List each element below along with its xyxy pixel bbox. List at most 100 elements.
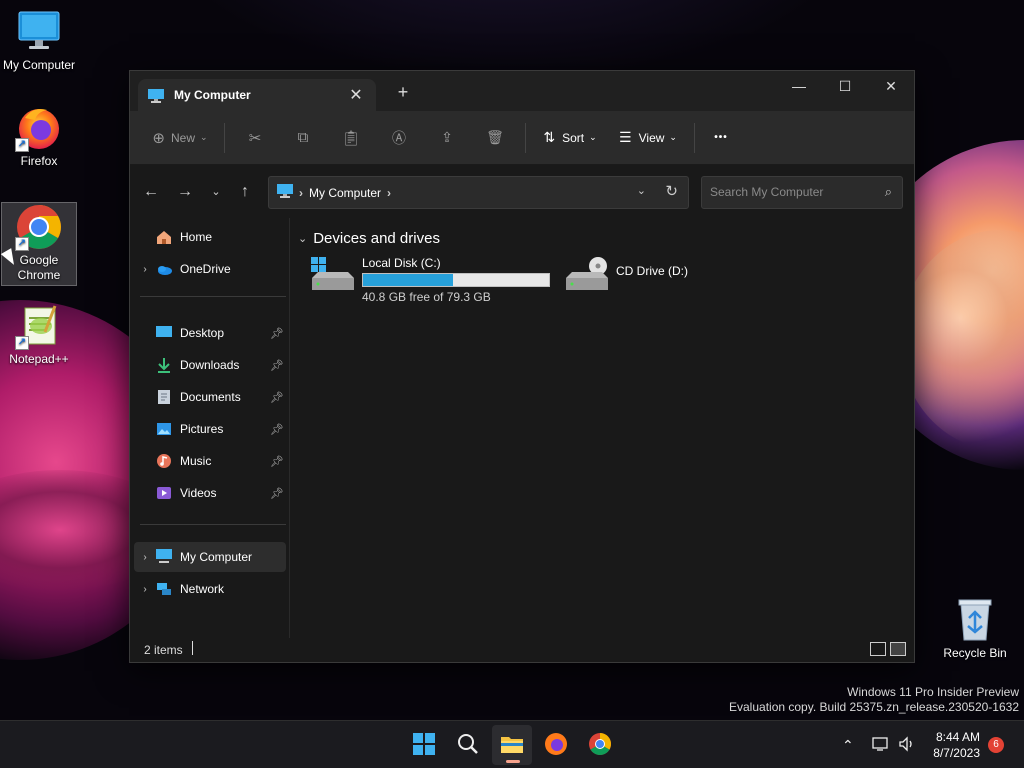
large-icons-view-toggle[interactable]: [890, 642, 906, 656]
drive-local-disk-c[interactable]: Local Disk (C:) 40.8 GB free of 79.3 GB: [310, 256, 550, 304]
nav-item-label: Music: [180, 454, 212, 468]
address-history-dropdown[interactable]: ⌄: [637, 184, 646, 197]
chevron-down-icon: ⌄: [200, 132, 208, 142]
address-bar[interactable]: › My Computer › ⌄ ↻: [268, 176, 689, 209]
monitor-icon: [148, 88, 164, 103]
search-box[interactable]: ⌕: [701, 176, 903, 209]
folder-icon: [500, 734, 524, 757]
pin-icon[interactable]: 📌︎: [270, 391, 284, 404]
nav-item-home[interactable]: Home: [134, 222, 286, 252]
desktop-icon-label: My Computer: [2, 58, 76, 72]
search-icon: ⌕: [884, 184, 892, 199]
cut-button[interactable]: ✂: [231, 121, 279, 155]
drive-cd-d[interactable]: CD Drive (D:): [564, 256, 688, 296]
show-hidden-icons-button[interactable]: ⌃: [842, 721, 854, 768]
pin-icon[interactable]: 📌︎: [270, 487, 284, 500]
view-button[interactable]: ☰ View ⌄: [608, 121, 688, 155]
search-taskbar-button[interactable]: [448, 725, 488, 765]
search-input[interactable]: [710, 185, 870, 199]
breadcrumb-my-computer[interactable]: My Computer: [309, 186, 381, 200]
nav-item-downloads[interactable]: Downloads 📌︎: [134, 350, 286, 380]
new-button[interactable]: ⊕ New ⌄: [142, 121, 218, 155]
taskbar-file-explorer[interactable]: [492, 725, 532, 765]
refresh-icon[interactable]: ↻: [665, 182, 678, 200]
nav-item-label: Downloads: [180, 358, 240, 372]
chevron-right-icon[interactable]: ›: [134, 584, 156, 595]
close-window-button[interactable]: ✕: [868, 71, 914, 101]
drive-usage-bar: [362, 273, 550, 287]
recycle-bin-icon: [951, 596, 999, 644]
group-header-devices[interactable]: ⌄ Devices and drives: [298, 230, 440, 247]
nav-item-music[interactable]: Music 📌︎: [134, 446, 286, 476]
network-icon: [156, 581, 174, 597]
file-explorer-window: My Computer ✕ + — ☐ ✕ ⊕ New ⌄ ✂ ⧉ 📋︎ Ⓐ ⇪…: [129, 70, 915, 663]
download-icon: [156, 357, 174, 373]
up-button[interactable]: ↑: [232, 180, 258, 204]
pin-icon[interactable]: 📌︎: [270, 327, 284, 340]
pin-icon[interactable]: 📌︎: [270, 359, 284, 372]
rename-button[interactable]: Ⓐ: [375, 121, 423, 155]
nav-item-label: OneDrive: [180, 262, 231, 276]
toolbar-divider: [525, 122, 526, 153]
recent-locations-button[interactable]: ⌄: [203, 180, 229, 204]
chevron-right-icon[interactable]: ›: [134, 264, 156, 275]
breadcrumb-separator[interactable]: ›: [387, 186, 391, 200]
title-bar[interactable]: My Computer ✕ + — ☐ ✕: [130, 71, 914, 111]
video-icon: [156, 485, 174, 501]
nav-item-my-computer[interactable]: › My Computer: [134, 542, 286, 572]
nav-item-onedrive[interactable]: › OneDrive: [134, 254, 286, 284]
chevron-down-icon: ⌄: [298, 233, 308, 245]
chevron-down-icon: ⌄: [211, 186, 221, 198]
delete-button[interactable]: 🗑︎: [471, 121, 519, 155]
sort-button[interactable]: ⇅ Sort ⌄: [532, 121, 608, 155]
details-view-toggle[interactable]: [870, 642, 886, 656]
desktop-icon-chrome[interactable]: ↗ Google Chrome: [1, 202, 77, 286]
cd-drive-icon: [564, 256, 610, 296]
desktop-icon-firefox[interactable]: ↗ Firefox: [1, 104, 77, 169]
network-status-button[interactable]: [872, 721, 890, 768]
tab-close-button[interactable]: ✕: [346, 85, 366, 105]
maximize-button[interactable]: ☐: [822, 71, 868, 101]
nav-item-documents[interactable]: Documents 📌︎: [134, 382, 286, 412]
system-clock[interactable]: 8:44 AM 8/7/2023: [928, 729, 980, 761]
pin-icon[interactable]: 📌︎: [270, 455, 284, 468]
monitor-icon: [15, 8, 63, 56]
nav-item-videos[interactable]: Videos 📌︎: [134, 478, 286, 508]
nav-item-desktop[interactable]: Desktop 📌︎: [134, 318, 286, 348]
nav-divider: [140, 296, 286, 297]
nav-item-network[interactable]: › Network: [134, 574, 286, 604]
chevron-right-icon[interactable]: ›: [134, 552, 156, 563]
breadcrumb-separator[interactable]: ›: [299, 186, 303, 200]
volume-button[interactable]: [898, 721, 916, 768]
copy-icon: ⧉: [297, 129, 309, 146]
pin-icon[interactable]: 📌︎: [270, 423, 284, 436]
tab-my-computer[interactable]: My Computer ✕: [138, 79, 376, 111]
paste-button[interactable]: 📋︎: [327, 121, 375, 155]
new-button-label: New: [171, 130, 196, 145]
tab-title: My Computer: [174, 88, 251, 102]
taskbar-firefox[interactable]: [536, 725, 576, 765]
command-bar: ⊕ New ⌄ ✂ ⧉ 📋︎ Ⓐ ⇪ 🗑︎ ⇅ Sort ⌄ ☰ View ⌄ …: [130, 111, 914, 165]
speaker-icon: [898, 735, 916, 755]
desktop-icon-recycle-bin[interactable]: Recycle Bin: [937, 596, 1013, 661]
group-title: Devices and drives: [313, 230, 440, 247]
start-button[interactable]: [404, 725, 444, 765]
copy-button[interactable]: ⧉: [279, 121, 327, 155]
minimize-button[interactable]: —: [776, 71, 822, 101]
notification-badge[interactable]: 6: [988, 737, 1004, 753]
see-more-button[interactable]: •••: [701, 121, 741, 155]
taskbar-chrome[interactable]: [580, 725, 620, 765]
desktop-icon-my-computer[interactable]: My Computer: [1, 8, 77, 73]
home-icon: [156, 229, 174, 245]
share-button[interactable]: ⇪: [423, 121, 471, 155]
nav-item-pictures[interactable]: Pictures 📌︎: [134, 414, 286, 444]
forward-button[interactable]: →: [172, 180, 198, 204]
arrow-right-icon: →: [177, 183, 193, 200]
chevron-down-icon: ⌄: [669, 132, 677, 142]
new-tab-button[interactable]: +: [392, 81, 414, 103]
plus-circle-icon: ⊕: [152, 129, 165, 147]
clock-date: 8/7/2023: [933, 746, 980, 760]
desktop-icon-notepadpp[interactable]: ↗ Notepad++: [1, 302, 77, 367]
toolbar-divider: [694, 122, 695, 153]
back-button[interactable]: ←: [138, 180, 164, 204]
